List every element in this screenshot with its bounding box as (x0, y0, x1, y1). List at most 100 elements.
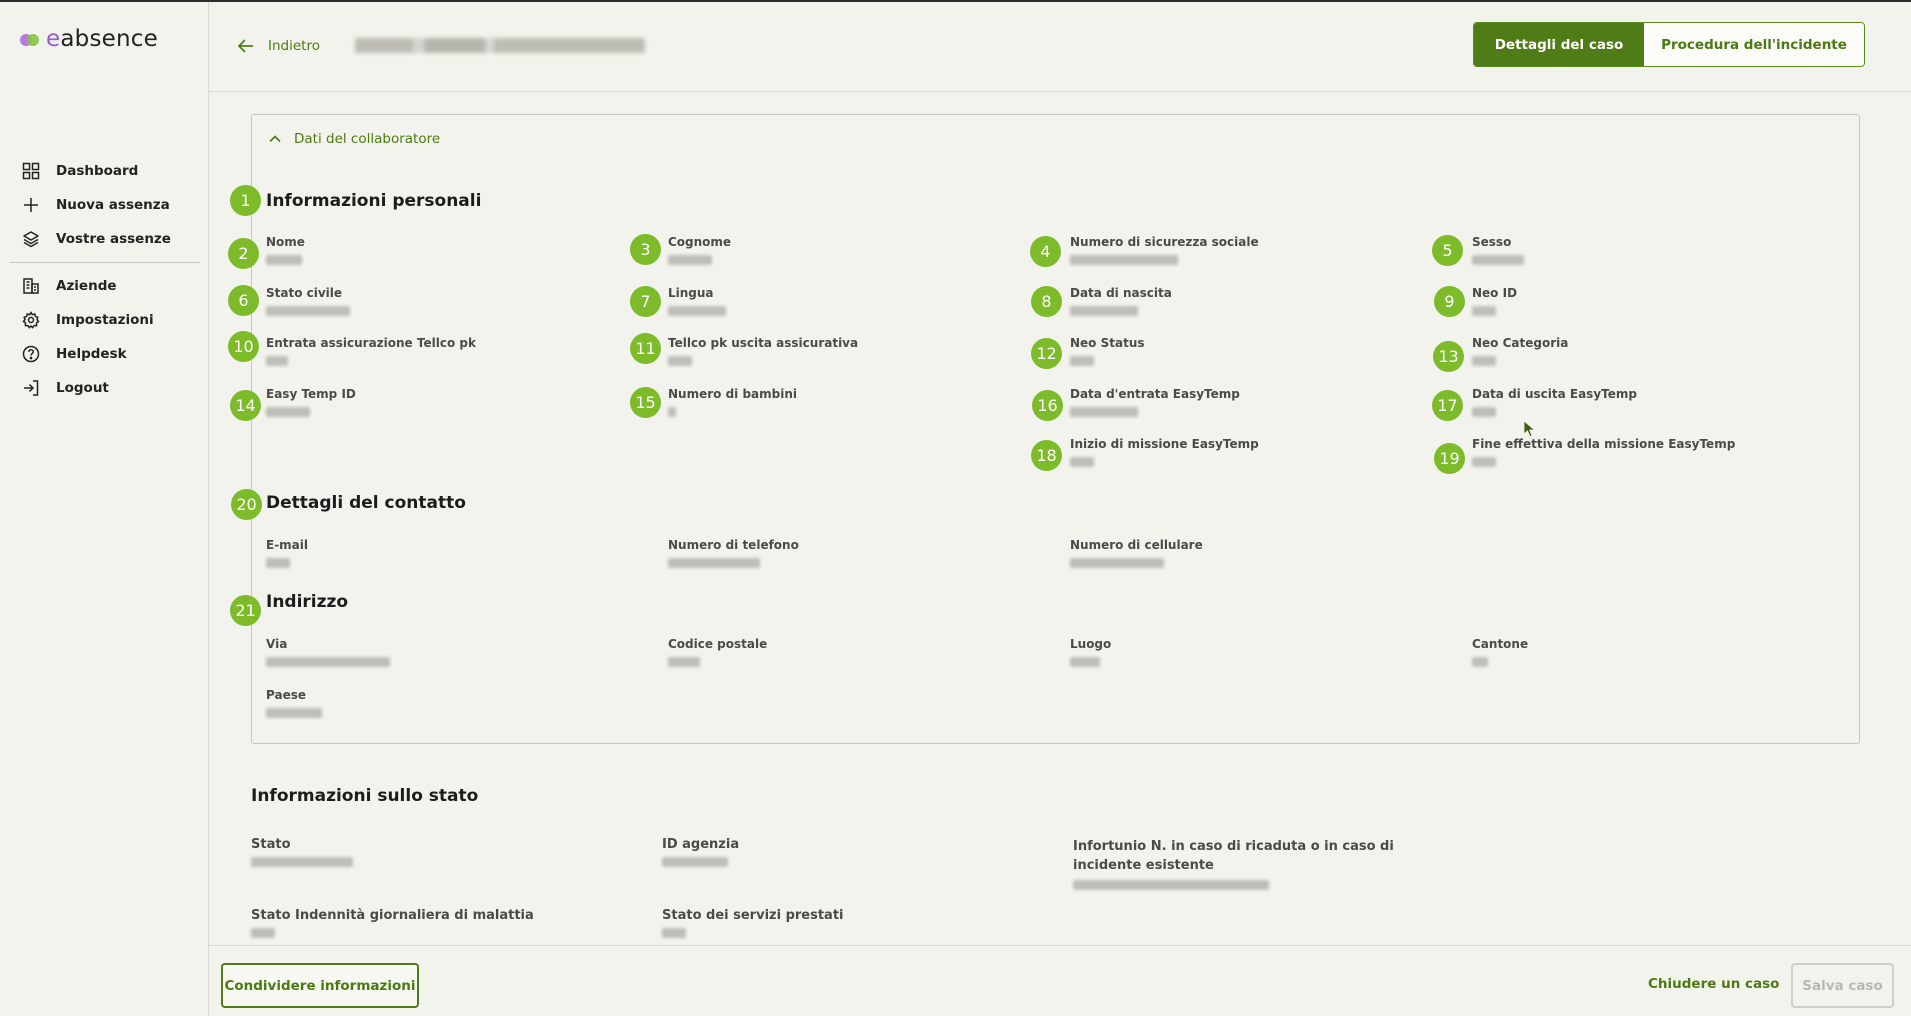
sidebar-item-settings[interactable]: Impostazioni (0, 303, 208, 337)
annotation-badge: 20 (231, 489, 262, 520)
save-case-button[interactable]: Salva caso (1791, 963, 1894, 1008)
logout-icon (24, 380, 39, 396)
field-street: Via (266, 637, 390, 667)
field-phone: Numero di telefono (668, 538, 799, 568)
annotation-badge: 15 (630, 387, 661, 418)
annotation-badge: 16 (1032, 390, 1063, 421)
case-title-redacted (355, 38, 645, 53)
sidebar-item-label: Logout (56, 380, 109, 396)
annotation-badge: 17 (1432, 390, 1463, 421)
field-easytemp-exit: Data di uscita EasyTemp (1472, 387, 1637, 417)
field-birth-date: Data di nascita (1070, 286, 1172, 316)
section-title-personal: Informazioni personali (266, 191, 482, 211)
tab-case-details[interactable]: Dettagli del caso (1474, 23, 1644, 66)
annotation-badge: 21 (230, 595, 261, 626)
field-canton: Cantone (1472, 637, 1528, 667)
plus-icon (24, 198, 38, 212)
field-easytemp-id: Easy Temp ID (266, 387, 356, 417)
case-tabs: Dettagli del caso Procedura dell'inciden… (1473, 22, 1865, 67)
sidebar-item-new-absence[interactable]: Nuova assenza (0, 188, 208, 222)
annotation-badge: 12 (1031, 338, 1062, 369)
chevron-up-icon (269, 135, 281, 143)
field-postal-code: Codice postale (668, 637, 767, 667)
sidebar-item-dashboard[interactable]: Dashboard (0, 154, 208, 188)
field-children-count: Numero di bambini (668, 387, 797, 417)
field-neo-category: Neo Categoria (1472, 336, 1568, 366)
sidebar-item-label: Aziende (56, 278, 117, 294)
field-neo-id: Neo ID (1472, 286, 1517, 316)
sidebar-item-label: Helpdesk (56, 346, 127, 362)
sidebar-nav: Dashboard Nuova assenza Vostre assenze A… (0, 154, 208, 405)
annotation-badge: 9 (1434, 286, 1465, 317)
collaborator-panel (251, 114, 1860, 744)
annotation-badge: 18 (1031, 440, 1062, 471)
field-accident-number: Infortunio N. in caso di ricaduta o in c… (1073, 837, 1433, 890)
sidebar-item-label: Nuova assenza (56, 197, 170, 213)
logo-text: eabsence (46, 26, 158, 52)
sidebar-item-label: Impostazioni (56, 312, 154, 328)
annotation-badge: 19 (1434, 443, 1465, 474)
collaborator-panel-toggle[interactable]: Dati del collaboratore (268, 131, 440, 147)
help-icon (22, 345, 40, 363)
field-mobile: Numero di cellulare (1070, 538, 1203, 568)
annotation-badge: 14 (230, 390, 261, 421)
field-agency-id: ID agenzia (662, 837, 739, 867)
field-surname: Cognome (668, 235, 731, 265)
back-label: Indietro (268, 38, 320, 54)
field-state: Stato (251, 837, 353, 867)
sidebar-item-your-absences[interactable]: Vostre assenze (0, 222, 208, 256)
logo-mark-icon (20, 32, 42, 46)
annotation-badge: 4 (1030, 236, 1061, 267)
section-title-contact: Dettagli del contatto (266, 493, 466, 513)
sidebar-item-label: Vostre assenze (56, 231, 171, 247)
field-email: E-mail (266, 538, 308, 568)
annotation-badge: 3 (630, 234, 661, 265)
field-language: Lingua (668, 286, 726, 316)
sidebar: eabsence Dashboard Nuova assenza Vostre … (0, 2, 209, 1016)
annotation-badge: 11 (630, 333, 661, 364)
annotation-badge: 6 (228, 285, 259, 316)
field-country: Paese (266, 688, 322, 718)
field-tellco-exit: Tellco pk uscita assicurativa (668, 336, 858, 366)
field-name: Nome (266, 235, 305, 265)
layers-icon (23, 231, 39, 248)
annotation-badge: 13 (1433, 341, 1464, 372)
gear-icon (22, 311, 40, 329)
field-social-security: Numero di sicurezza sociale (1070, 235, 1259, 265)
collaborator-panel-label: Dati del collaboratore (294, 131, 441, 147)
mouse-cursor-icon (1523, 420, 1536, 438)
sidebar-divider (10, 262, 200, 263)
field-gender: Sesso (1472, 235, 1524, 265)
section-title-address: Indirizzo (266, 592, 349, 612)
annotation-badge: 7 (630, 286, 661, 317)
field-easytemp-entry: Data d'entrata EasyTemp (1070, 387, 1240, 417)
field-services-state: Stato dei servizi prestati (662, 908, 844, 938)
top-border (0, 0, 1911, 2)
annotation-badge: 2 (228, 238, 259, 269)
field-neo-status: Neo Status (1070, 336, 1145, 366)
header-divider (209, 91, 1911, 92)
annotation-badge: 1 (230, 185, 261, 216)
annotation-badge: 10 (228, 331, 259, 362)
grid-icon (22, 162, 40, 180)
tab-incident-procedure[interactable]: Procedura dell'incidente (1644, 23, 1864, 66)
annotation-badge: 5 (1432, 235, 1463, 266)
field-easytemp-mission-start: Inizio di missione EasyTemp (1070, 437, 1259, 467)
close-case-button[interactable]: Chiudere un caso (1648, 976, 1779, 992)
section-title-status: Informazioni sullo stato (251, 786, 479, 806)
sidebar-item-logout[interactable]: Logout (0, 371, 208, 405)
building-icon (23, 278, 39, 294)
field-city: Luogo (1070, 637, 1111, 667)
sidebar-item-companies[interactable]: Aziende (0, 269, 208, 303)
field-marital-status: Stato civile (266, 286, 350, 316)
sidebar-item-helpdesk[interactable]: Helpdesk (0, 337, 208, 371)
brand-logo[interactable]: eabsence (20, 26, 158, 52)
annotation-badge: 8 (1031, 286, 1062, 317)
share-info-button[interactable]: Condividere informazioni (221, 963, 419, 1008)
field-easytemp-mission-end: Fine effettiva della missione EasyTemp (1472, 437, 1735, 467)
field-sickness-allowance-state: Stato Indennità giornaliera di malattia (251, 908, 534, 938)
arrow-left-icon (237, 39, 253, 53)
field-tellco-entry: Entrata assicurazione Tellco pk (266, 336, 476, 366)
sidebar-item-label: Dashboard (56, 163, 139, 179)
back-link[interactable]: Indietro (236, 36, 320, 56)
